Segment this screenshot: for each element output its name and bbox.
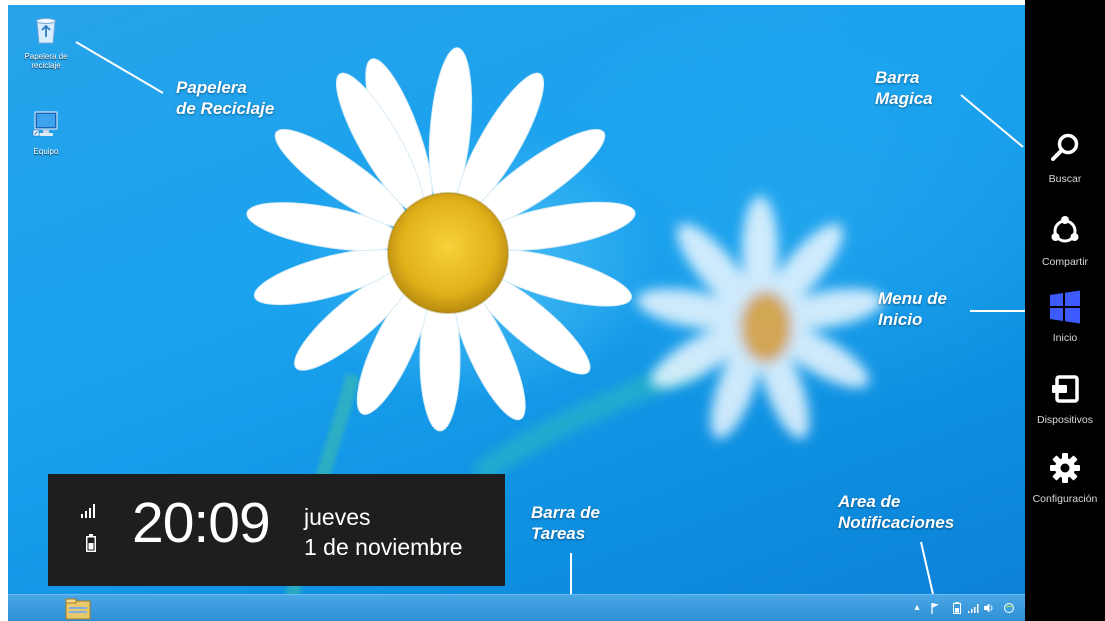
annotation-start-menu: Menu de Inicio (878, 288, 947, 330)
desktop[interactable]: Papelera de reciclaje Equipo Papelera de… (8, 5, 1025, 621)
file-explorer-icon[interactable] (64, 597, 92, 621)
action-center-flag-icon[interactable] (929, 599, 941, 617)
charm-label: Inicio (1052, 332, 1078, 344)
annotation-line: Inicio (878, 310, 923, 329)
battery-icon (86, 534, 96, 552)
desktop-icon-recycle-bin[interactable]: Papelera de reciclaje (16, 13, 76, 70)
signal-bars-icon (81, 504, 95, 518)
network-icon[interactable] (1003, 599, 1015, 617)
clock-date: 1 de noviembre (304, 534, 463, 560)
recycle-bin-icon (36, 18, 56, 44)
devices-icon (1052, 375, 1079, 403)
charm-share[interactable]: Compartir (1025, 214, 1105, 294)
annotation-line: Papelera (176, 78, 247, 97)
clock-panel: 20:09 jueves 1 de noviembre (48, 474, 505, 586)
search-icon (1051, 133, 1079, 161)
annotation-line: Barra de (531, 503, 600, 522)
desktop-icon-label: Papelera de reciclaje (24, 52, 68, 70)
charm-settings[interactable]: Configuración (1025, 451, 1105, 531)
annotation-line: Magica (875, 89, 933, 108)
annotation-line: Barra (875, 68, 920, 87)
settings-gear-icon (1050, 453, 1080, 483)
charm-label: Compartir (1041, 256, 1089, 268)
charm-label: Buscar (1048, 173, 1082, 185)
clock-day: jueves (304, 504, 371, 530)
annotation-line: de Reciclaje (176, 99, 275, 118)
battery-icon[interactable] (951, 599, 963, 617)
volume-icon[interactable] (983, 599, 995, 617)
taskbar[interactable]: ▴ (8, 594, 1025, 621)
desktop-icon-label: Equipo (33, 147, 59, 156)
signal-icon[interactable] (967, 599, 979, 617)
annotation-line: Menu de (878, 289, 947, 308)
notification-area[interactable]: ▴ (911, 599, 1021, 617)
annotation-taskbar: Barra de Tareas (531, 502, 600, 544)
annotation-recycle-bin: Papelera de Reciclaje (176, 77, 274, 119)
charm-label: Dispositivos (1036, 414, 1094, 426)
charm-label: Configuración (1032, 493, 1098, 505)
annotation-notification-area: Area de Notificaciones (838, 491, 954, 533)
computer-icon (32, 111, 58, 137)
windows-logo-icon (1050, 290, 1080, 324)
charm-start[interactable]: Inicio (1025, 290, 1105, 370)
annotation-line: Tareas (531, 524, 586, 543)
desktop-icon-computer[interactable]: Equipo (16, 108, 76, 156)
charms-bar[interactable]: Buscar Compartir Inicio Dispositivos Con… (1025, 0, 1105, 621)
charm-search[interactable]: Buscar (1025, 131, 1105, 211)
charm-devices[interactable]: Dispositivos (1025, 372, 1105, 452)
annotation-line: Area de (838, 492, 901, 511)
clock-time: 20:09 (132, 491, 271, 555)
show-hidden-icons-chevron[interactable]: ▴ (911, 599, 923, 617)
annotation-charms-bar: Barra Magica (875, 67, 933, 109)
annotation-line: Notificaciones (838, 513, 955, 532)
share-icon (1051, 216, 1079, 243)
